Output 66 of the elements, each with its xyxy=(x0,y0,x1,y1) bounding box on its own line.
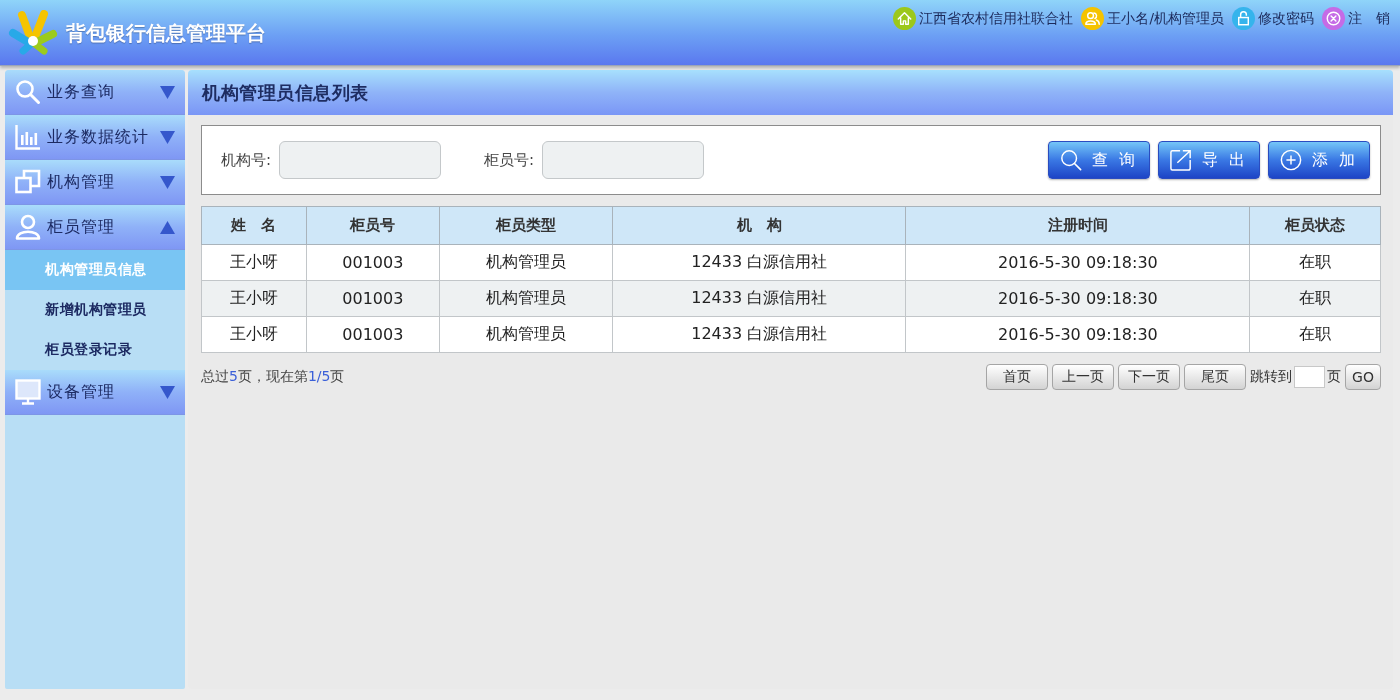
table-cell: 12433 白源信用社 xyxy=(612,244,906,281)
page-input[interactable] xyxy=(1294,366,1325,388)
add-icon xyxy=(1279,149,1302,171)
table-cell: 12433 白源信用社 xyxy=(612,316,906,353)
menu-header[interactable]: 柜员管理 xyxy=(5,205,185,250)
add-button[interactable]: 添 加 xyxy=(1268,141,1370,179)
menu-item[interactable]: 新增机构管理员 xyxy=(5,290,185,330)
menu-item[interactable]: 柜员登录记录 xyxy=(5,330,185,370)
header-link[interactable]: 修改密码 xyxy=(1232,7,1314,30)
page-button[interactable]: 上一页 xyxy=(1052,364,1114,390)
search-button[interactable]: 查 询 xyxy=(1048,141,1150,179)
table-cell: 王小呀 xyxy=(201,280,307,317)
header-link[interactable]: 江西省农村信用社联合社 xyxy=(893,7,1074,30)
overlapping-squares-icon xyxy=(15,169,41,195)
column-header: 姓 名 xyxy=(201,206,307,245)
home-icon xyxy=(893,7,917,30)
header-link[interactable]: 注 销 xyxy=(1322,7,1390,30)
app-title: 背包银行信息管理平台 xyxy=(66,19,266,47)
table-cell: 001003 xyxy=(306,316,440,353)
header-link[interactable]: 王小名/机构管理员 xyxy=(1081,7,1224,30)
export-icon xyxy=(1169,149,1192,171)
field-label: 机构号: xyxy=(221,150,272,170)
table-cell: 王小呀 xyxy=(201,316,307,353)
table-cell: 在职 xyxy=(1249,280,1381,317)
table-cell: 机构管理员 xyxy=(439,316,613,353)
table-cell: 12433 白源信用社 xyxy=(612,280,906,317)
bar-chart-icon xyxy=(15,124,41,150)
page-button[interactable]: 尾页 xyxy=(1184,364,1246,390)
column-header: 柜员类型 xyxy=(439,206,613,245)
monitor-icon xyxy=(15,379,41,405)
page-button[interactable]: 首页 xyxy=(986,364,1048,390)
table-cell: 001003 xyxy=(306,244,440,281)
export-button[interactable]: 导 出 xyxy=(1158,141,1260,179)
search-icon xyxy=(15,79,41,105)
go-button[interactable]: GO xyxy=(1345,364,1381,390)
input-field[interactable] xyxy=(279,141,442,179)
lock-icon xyxy=(1232,7,1255,30)
page-suffix: 页 xyxy=(1327,368,1341,386)
panel-title: 机构管理员信息列表 xyxy=(188,70,1393,115)
menu-header[interactable]: 业务查询 xyxy=(5,70,185,115)
table-cell: 在职 xyxy=(1249,244,1381,281)
table-cell: 001003 xyxy=(306,280,440,317)
table-cell: 在职 xyxy=(1249,316,1381,353)
menu-header[interactable]: 业务数据统计 xyxy=(5,115,185,160)
close-circle-icon xyxy=(1322,7,1345,30)
menu-header[interactable]: 设备管理 xyxy=(5,370,185,415)
column-header: 柜员状态 xyxy=(1249,206,1381,245)
column-header: 柜员号 xyxy=(306,206,440,245)
jump-label: 跳转到 xyxy=(1250,368,1292,386)
table-cell: 2016-5-30 09:18:30 xyxy=(905,280,1250,317)
page-button[interactable]: 下一页 xyxy=(1118,364,1180,390)
logo-icon xyxy=(8,10,58,56)
field-label: 柜员号: xyxy=(484,150,535,170)
users-icon xyxy=(1081,7,1105,30)
table-cell: 2016-5-30 09:18:30 xyxy=(905,316,1250,353)
table-cell: 机构管理员 xyxy=(439,244,613,281)
table-cell: 机构管理员 xyxy=(439,280,613,317)
search-icon xyxy=(1059,149,1082,171)
table-cell: 2016-5-30 09:18:30 xyxy=(905,244,1250,281)
input-field[interactable] xyxy=(542,141,705,179)
user-icon xyxy=(15,214,41,240)
column-header: 机 构 xyxy=(612,206,906,245)
page-summary: 总过5页，现在第1/5页 xyxy=(201,368,345,386)
menu-header[interactable]: 机构管理 xyxy=(5,160,185,205)
column-header: 注册时间 xyxy=(905,206,1250,245)
table-cell: 王小呀 xyxy=(201,244,307,281)
